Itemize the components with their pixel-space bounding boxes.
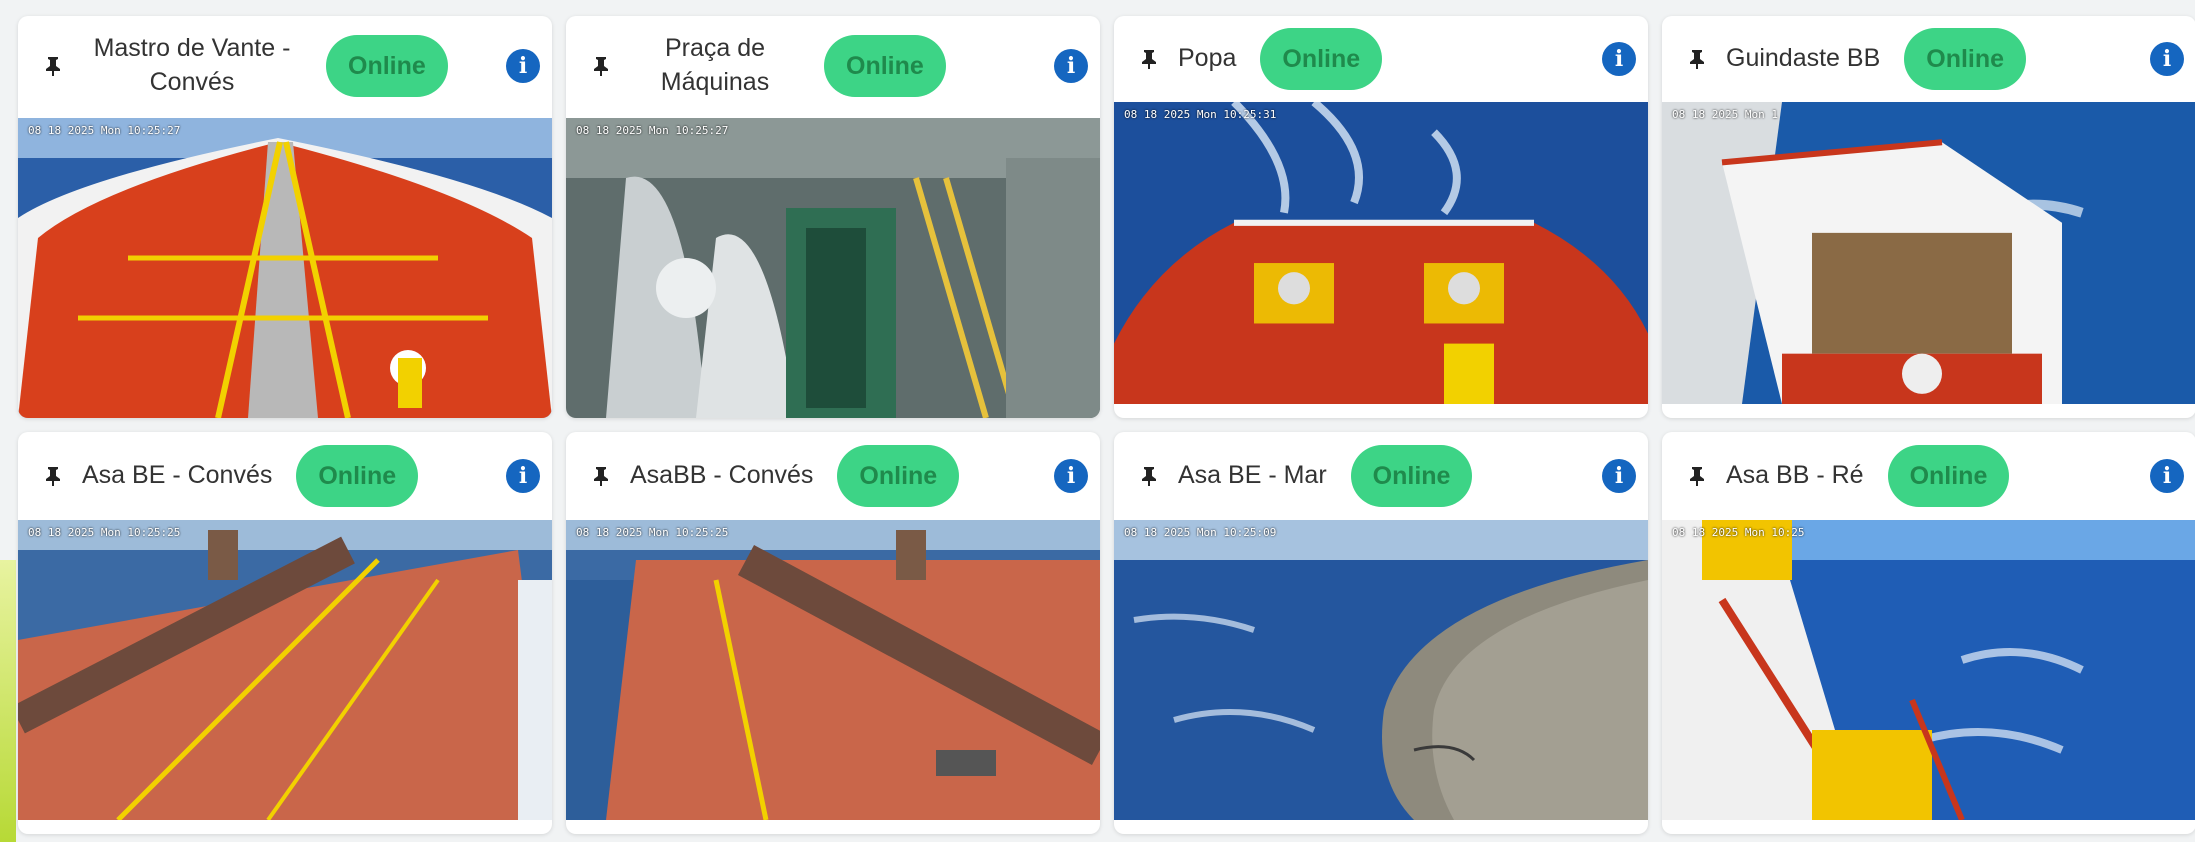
camera-feed[interactable]: 08 18 2025 Mon 1 — [1662, 102, 2195, 404]
status-badge: Online — [824, 35, 946, 97]
camera-name: Asa BE - Mar — [1178, 461, 1327, 490]
card-header: AsaBB - Convés Online i — [566, 432, 1100, 520]
camera-feed[interactable]: 08 18 2025 Mon 10:25:25 — [18, 520, 552, 820]
camera-grid: Mastro de Vante - Convés Online i 08 18 … — [18, 16, 2195, 834]
status-badge: Online — [837, 445, 960, 507]
camera-name: Asa BE - Convés — [82, 461, 273, 490]
info-icon[interactable]: i — [1602, 459, 1636, 493]
status-badge: Online — [1887, 445, 2010, 507]
camera-feed[interactable]: 08 18 2025 Mon 10:25:27 — [566, 118, 1100, 418]
timestamp: 08 18 2025 Mon 10:25:27 — [28, 124, 181, 137]
camera-feed[interactable]: 08 18 2025 Mon 10:25:25 — [566, 520, 1100, 820]
info-icon[interactable]: i — [2150, 42, 2184, 76]
info-icon[interactable]: i — [506, 49, 540, 83]
pin-icon[interactable] — [44, 466, 62, 486]
card-header: Asa BB - Ré Online i — [1662, 432, 2195, 520]
camera-card[interactable]: Asa BE - Mar Online i 08 18 2025 Mon 10:… — [1114, 432, 1648, 834]
pin-icon[interactable] — [1140, 466, 1158, 486]
info-icon[interactable]: i — [1054, 459, 1088, 493]
camera-card[interactable]: AsaBB - Convés Online i 08 18 2025 Mon 1… — [566, 432, 1100, 834]
status-badge: Online — [1904, 28, 2027, 90]
camera-feed[interactable]: 08 18 2025 Mon 10:25:27 — [18, 118, 552, 418]
card-header: Asa BE - Mar Online i — [1114, 432, 1648, 520]
card-header: Asa BE - Convés Online i — [18, 432, 552, 520]
timestamp: 08 18 2025 Mon 10:25:31 — [1124, 108, 1277, 121]
camera-name: Praça de Máquinas — [660, 34, 770, 96]
camera-card[interactable]: Praça de Máquinas Online i 08 18 2025 Mo… — [566, 16, 1100, 418]
camera-name: Popa — [1178, 44, 1237, 73]
card-header: Mastro de Vante - Convés Online i — [18, 16, 552, 116]
camera-card[interactable]: Mastro de Vante - Convés Online i 08 18 … — [18, 16, 552, 418]
info-icon[interactable]: i — [1054, 49, 1088, 83]
timestamp: 08 18 2025 Mon 10:25 — [1672, 526, 1805, 539]
pin-icon[interactable] — [1140, 49, 1158, 69]
pin-icon[interactable] — [1688, 466, 1706, 486]
camera-card[interactable]: Guindaste BB Online i 08 18 2025 Mon 1 — [1662, 16, 2195, 418]
status-badge: Online — [326, 35, 448, 97]
pin-icon[interactable] — [592, 466, 610, 486]
timestamp: 08 18 2025 Mon 10:25:27 — [576, 124, 729, 137]
card-header: Popa Online i — [1114, 16, 1648, 102]
info-icon[interactable]: i — [2150, 459, 2184, 493]
info-icon[interactable]: i — [506, 459, 540, 493]
camera-name: AsaBB - Convés — [630, 461, 814, 490]
pin-icon[interactable] — [592, 56, 610, 76]
camera-feed[interactable]: 08 18 2025 Mon 10:25 — [1662, 520, 2195, 820]
camera-feed[interactable]: 08 18 2025 Mon 10:25:31 — [1114, 102, 1648, 404]
pin-icon[interactable] — [44, 56, 62, 76]
accent-strip — [0, 560, 16, 842]
camera-card[interactable]: Asa BE - Convés Online i 08 18 2025 Mon … — [18, 432, 552, 834]
status-badge: Online — [1350, 445, 1473, 507]
camera-name: Mastro de Vante - Convés — [93, 34, 291, 96]
camera-card[interactable]: Popa Online i 08 18 2025 Mon 10:25:31 — [1114, 16, 1648, 418]
timestamp: 08 18 2025 Mon 10:25:09 — [1124, 526, 1277, 539]
camera-feed[interactable]: 08 18 2025 Mon 10:25:09 — [1114, 520, 1648, 820]
timestamp: 08 18 2025 Mon 1 — [1672, 108, 1778, 121]
timestamp: 08 18 2025 Mon 10:25:25 — [28, 526, 181, 539]
card-header: Guindaste BB Online i — [1662, 16, 2195, 102]
camera-name: Asa BB - Ré — [1726, 461, 1864, 490]
pin-icon[interactable] — [1688, 49, 1706, 69]
status-badge: Online — [1260, 28, 1383, 90]
info-icon[interactable]: i — [1602, 42, 1636, 76]
camera-card[interactable]: Asa BB - Ré Online i 08 18 2025 Mon 10:2… — [1662, 432, 2195, 834]
timestamp: 08 18 2025 Mon 10:25:25 — [576, 526, 729, 539]
camera-name: Guindaste BB — [1726, 44, 1881, 73]
status-badge: Online — [296, 445, 419, 507]
card-header: Praça de Máquinas Online i — [566, 16, 1100, 116]
